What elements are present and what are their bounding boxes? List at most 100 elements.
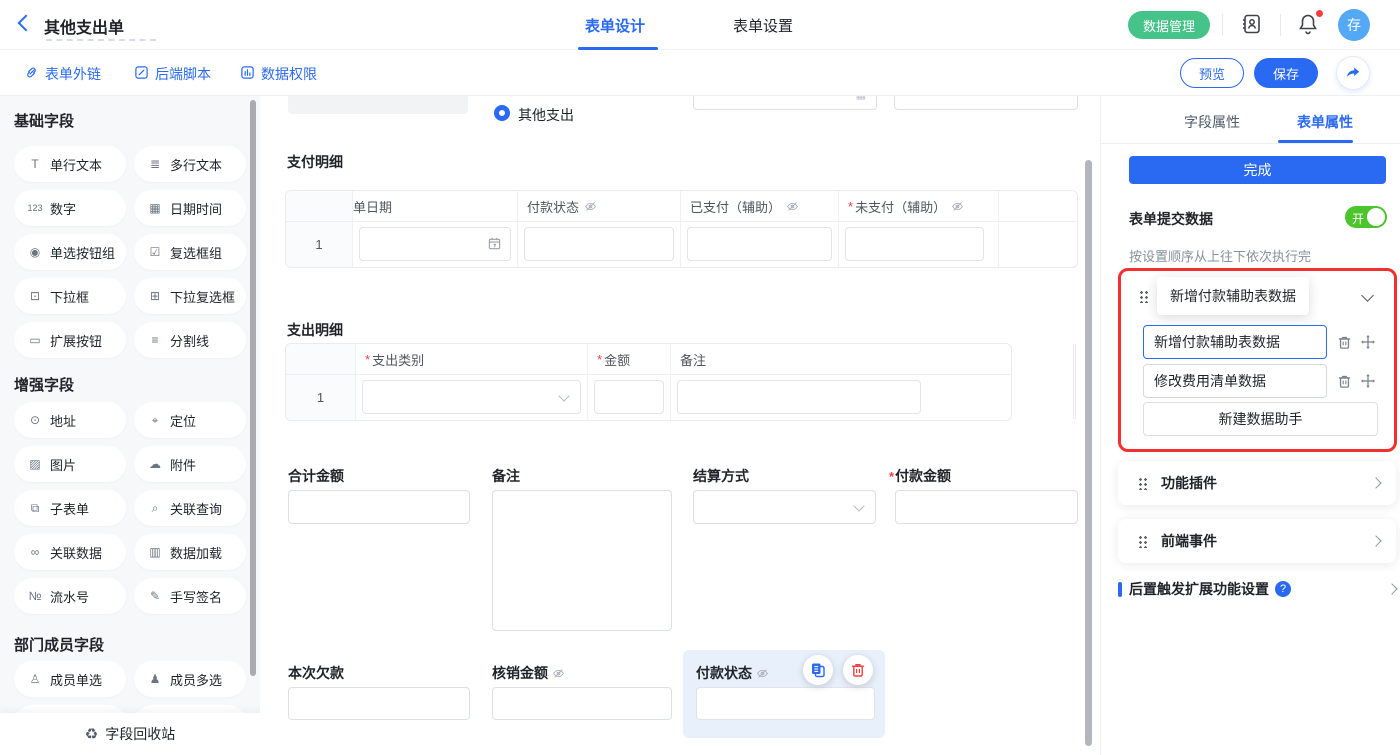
section-title-member-fields: 部门成员字段 (14, 634, 104, 655)
back-icon[interactable] (18, 15, 35, 32)
drag-handle-icon[interactable] (1139, 290, 1148, 303)
active-tab-underline (578, 47, 658, 50)
recycle-icon: ♻ (85, 725, 98, 743)
data-load-icon: ▥ (147, 545, 163, 559)
pay-status-field-input[interactable] (696, 687, 875, 720)
field-attachment[interactable]: ☁附件 (134, 446, 246, 482)
category-select[interactable] (362, 380, 581, 414)
writeoff-input[interactable] (492, 687, 672, 720)
debt-input[interactable] (288, 687, 470, 720)
field-select[interactable]: ⊡下拉框 (14, 278, 126, 314)
clipped-input[interactable] (894, 96, 1078, 110)
field-serial-number[interactable]: №流水号 (14, 578, 126, 614)
move-assistant-handle[interactable] (1359, 372, 1377, 390)
delete-assistant-button[interactable] (1335, 372, 1353, 390)
link-icon (24, 65, 39, 83)
permission-icon (240, 65, 255, 83)
share-button[interactable] (1336, 56, 1370, 90)
field-subform[interactable]: ⧉子表单 (14, 490, 126, 526)
total-amount-label: 合计金额 (288, 466, 344, 486)
tab-form-design[interactable]: 表单设计 (585, 15, 645, 36)
drag-handle-icon[interactable] (1138, 477, 1147, 490)
settle-method-select[interactable] (693, 490, 876, 524)
field-address[interactable]: ⊙地址 (14, 402, 126, 438)
field-lookup-query[interactable]: ⌕关联查询 (134, 490, 246, 526)
pay-status-input[interactable] (524, 227, 674, 261)
column-header-paid-aux: 已支付（辅助） (681, 191, 839, 222)
pay-detail-subform[interactable]: 单日期 付款状态 已支付（辅助） *未支付（辅助） 1 (285, 190, 1078, 268)
note-input[interactable] (677, 380, 921, 414)
frontend-event-card[interactable]: 前端事件 (1118, 519, 1396, 563)
external-link-action[interactable]: 表单外链 (24, 64, 101, 84)
note-textarea[interactable] (492, 490, 672, 631)
paid-aux-input[interactable] (687, 227, 832, 261)
help-icon[interactable]: ? (1275, 581, 1291, 597)
field-location[interactable]: ⌖定位 (134, 402, 246, 438)
drag-handle-icon[interactable] (1138, 535, 1147, 548)
field-multi-select[interactable]: ⊞下拉复选框 (134, 278, 246, 314)
field-datetime[interactable]: ▦日期时间 (134, 190, 246, 226)
empty-cell (931, 375, 1011, 420)
data-assistant-group: 新增付款辅助表数据 新建数据助手 (1118, 268, 1397, 452)
backend-script-action[interactable]: 后端脚本 (134, 64, 211, 84)
assistant-name-input-2[interactable] (1143, 364, 1327, 398)
field-recycle-bin[interactable]: ♻ 字段回收站 (0, 713, 260, 755)
field-divider-line[interactable]: ≡分割线 (134, 322, 246, 358)
payment-amount-input[interactable] (895, 490, 1078, 524)
radio-option-label[interactable]: 其他支出 (518, 105, 574, 125)
assistant-name-input-1[interactable] (1143, 325, 1327, 359)
user-avatar[interactable]: 存 (1338, 9, 1370, 41)
delete-assistant-button[interactable] (1335, 333, 1353, 351)
address-book-icon[interactable] (1240, 12, 1266, 38)
post-trigger-settings[interactable]: 后置触发扩展功能设置 ? (1118, 578, 1396, 600)
field-member-multi[interactable]: ♟成员多选 (134, 661, 246, 697)
assistant-group-name[interactable]: 新增付款辅助表数据 (1157, 277, 1309, 315)
save-button[interactable]: 保存 (1254, 58, 1318, 88)
field-data-load[interactable]: ▥数据加载 (134, 534, 246, 570)
category-cell (356, 375, 588, 420)
total-amount-input[interactable] (288, 490, 470, 524)
data-permission-action[interactable]: 数据权限 (240, 64, 317, 84)
radio-selected-icon[interactable] (494, 105, 510, 121)
amount-input[interactable] (594, 380, 664, 414)
data-manage-button[interactable]: 数据管理 (1128, 11, 1210, 39)
done-button[interactable]: 完成 (1129, 156, 1386, 184)
expense-detail-subform[interactable]: *支出类别 *金额 备注 1 (285, 343, 1012, 421)
delete-field-button[interactable] (843, 655, 873, 685)
field-extend-button[interactable]: ▭扩展按钮 (14, 322, 126, 358)
field-signature[interactable]: ✎手写签名 (134, 578, 246, 614)
field-member-single[interactable]: ♙成员单选 (14, 661, 126, 697)
column-header-rownum (286, 344, 356, 375)
field-number[interactable]: 123数字 (14, 190, 126, 226)
form-canvas: ▦ 其他支出 支付明细 单日期 付款状态 已支付（辅助） *未支付（辅助） 1 … (260, 96, 1100, 755)
notification-bell-icon[interactable] (1296, 12, 1322, 38)
multi-line-text-icon: ≣ (147, 157, 163, 171)
form-designer-app: { "required_mark": "*", "header": { "tit… (0, 0, 1400, 755)
date-input[interactable] (359, 227, 511, 261)
unpaid-aux-input[interactable] (845, 227, 984, 261)
canvas-scrollbar[interactable] (1085, 160, 1092, 746)
field-suffix-icon: ▦ (856, 96, 866, 101)
field-radio-group[interactable]: ◉单选按钮组 (14, 234, 126, 270)
new-data-assistant-button[interactable]: 新建数据助手 (1143, 402, 1378, 436)
move-assistant-handle[interactable] (1359, 333, 1377, 351)
collapse-chevron-icon[interactable] (1361, 289, 1374, 302)
tab-form-properties[interactable]: 表单属性 (1297, 112, 1353, 132)
field-linked-data[interactable]: ∞关联数据 (14, 534, 126, 570)
field-multi-line-text[interactable]: ≣多行文本 (134, 146, 246, 182)
plugin-card[interactable]: 功能插件 (1118, 461, 1396, 505)
field-checkbox-group[interactable]: ☑复选框组 (134, 234, 246, 270)
column-header-rownum (286, 191, 353, 222)
pay-detail-title: 支付明细 (287, 152, 343, 172)
field-image[interactable]: ▨图片 (14, 446, 126, 482)
tab-field-properties[interactable]: 字段属性 (1184, 112, 1240, 132)
top-header: 其他支出单 表单设计 表单设置 数据管理 存 (0, 0, 1400, 50)
tab-form-settings[interactable]: 表单设置 (733, 15, 793, 36)
submit-data-toggle[interactable]: 开 (1345, 206, 1387, 228)
preview-button[interactable]: 预览 (1180, 58, 1244, 88)
clipped-input[interactable]: ▦ (693, 96, 877, 110)
copy-field-button[interactable] (803, 655, 833, 685)
sidebar-scrollbar[interactable] (250, 100, 256, 676)
field-single-line-text[interactable]: T单行文本 (14, 146, 126, 182)
chevron-right-icon (1386, 583, 1397, 594)
